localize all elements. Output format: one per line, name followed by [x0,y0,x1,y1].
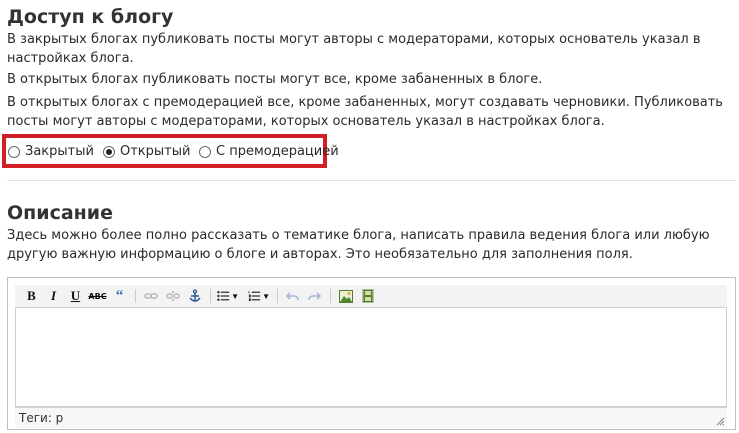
editor-tags-path: Теги: p [19,411,64,425]
radio-premoderation-circle[interactable] [199,146,211,158]
chevron-down-icon[interactable]: ▼ [262,292,270,301]
undo-icon[interactable] [284,288,301,305]
chevron-down-icon[interactable]: ▼ [231,292,239,301]
bullet-list-icon[interactable]: ▼ [217,288,239,305]
bold-icon[interactable]: B [23,288,40,305]
toolbar-separator [277,289,278,303]
underline-icon[interactable]: U [67,288,84,305]
radio-closed[interactable]: Закрытый [8,143,94,161]
radio-open-label: Открытый [120,144,191,159]
italic-icon[interactable]: I [45,288,62,305]
redo-icon[interactable] [306,288,323,305]
section-divider [7,180,736,181]
resize-grip-icon[interactable] [715,416,725,426]
radio-open-circle[interactable] [103,146,115,158]
radio-closed-circle[interactable] [8,146,20,158]
image-icon[interactable] [337,288,354,305]
editor-status-bar: Теги: p [15,407,727,428]
toolbar-separator [330,289,331,303]
unlink-icon[interactable] [164,288,181,305]
link-icon[interactable] [142,288,159,305]
rich-text-editor: B I U ABC “ ▼ ▼ Теги: p [7,277,736,430]
description-title: Описание [7,202,114,224]
access-text-closed: В закрытых блогах публиковать посты могу… [7,32,701,66]
access-text-open: В открытых блогах публиковать посты могу… [7,72,543,87]
anchor-icon[interactable] [186,288,203,305]
radio-closed-label: Закрытый [25,144,94,159]
blockquote-icon[interactable]: “ [111,288,128,305]
toolbar-separator [210,289,211,303]
toolbar-separator [135,289,136,303]
description-text: Здесь можно более полно рассказать о тем… [7,228,710,262]
numbered-list-icon[interactable]: ▼ [248,288,270,305]
access-text-premoderation: В открытых блогах с премодерацией все, к… [7,95,723,129]
video-icon[interactable] [359,288,376,305]
radio-premoderation-label: С премодерацией [216,144,339,159]
editor-toolbar: B I U ABC “ ▼ ▼ [15,285,727,308]
radio-premoderation[interactable]: С премодерацией [199,143,339,161]
editor-content-area[interactable] [15,308,727,407]
strikethrough-icon[interactable]: ABC [88,288,106,305]
radio-open[interactable]: Открытый [103,143,190,161]
access-title: Доступ к блогу [7,6,174,28]
